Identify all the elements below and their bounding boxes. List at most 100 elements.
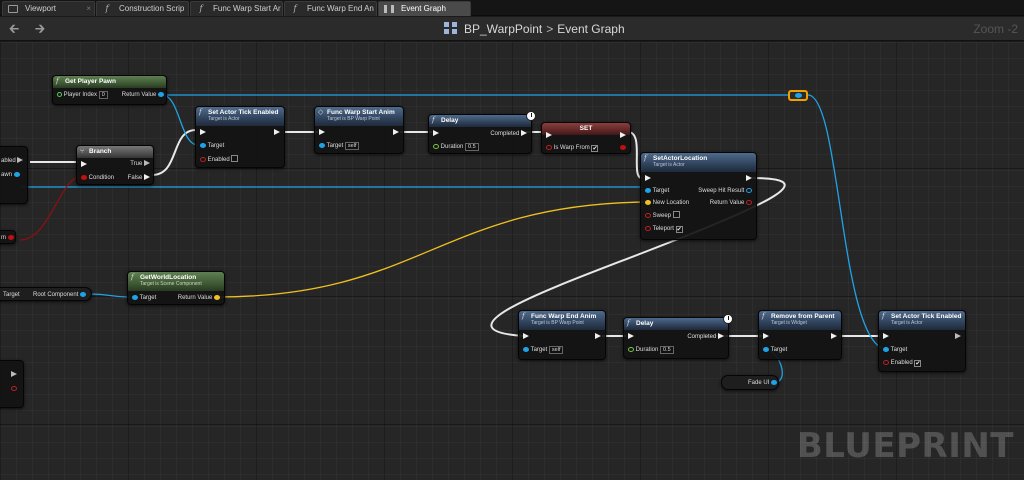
exec-pin[interactable] xyxy=(746,175,752,181)
partial-node-left[interactable]: abled awn xyxy=(0,146,28,204)
node-func-warp-end-anim[interactable]: f Func Warp End Anim Target is BP Warp Poi… xyxy=(518,310,606,360)
function-icon: f xyxy=(56,77,59,85)
sweep-checkbox[interactable] xyxy=(672,211,680,218)
object-pin[interactable] xyxy=(883,347,889,352)
tab-event-graph[interactable]: Event Graph xyxy=(378,1,471,16)
bool-pin[interactable] xyxy=(11,386,17,391)
target-self-input[interactable]: self xyxy=(548,346,564,354)
object-pin[interactable] xyxy=(763,347,769,352)
exec-pin[interactable] xyxy=(645,175,651,181)
exec-pin-true[interactable] xyxy=(144,160,150,166)
exec-pin[interactable] xyxy=(883,333,889,339)
function-icon: f xyxy=(105,4,109,13)
struct-pin[interactable] xyxy=(746,188,752,193)
node-branch[interactable]: ⑂ Branch True Condition False xyxy=(76,145,154,185)
enabled-checkbox[interactable] xyxy=(231,155,239,162)
exec-pin[interactable] xyxy=(11,371,17,377)
blueprint-grid-icon xyxy=(444,22,458,34)
partial-node-left-bottom[interactable] xyxy=(0,360,24,408)
clock-icon xyxy=(526,111,536,121)
float-pin[interactable] xyxy=(433,144,439,149)
vector-pin[interactable] xyxy=(645,200,651,205)
tab-viewport[interactable]: Viewport × xyxy=(2,1,95,16)
object-pin[interactable] xyxy=(13,172,20,177)
node-set-actor-tick-enabled[interactable]: f Set Actor Tick Enabled Target is Actor T… xyxy=(195,106,285,168)
bool-pin[interactable] xyxy=(645,213,651,218)
node-func-warp-start-anim[interactable]: ◇ Func Warp Start Anim Target is BP Warp P… xyxy=(314,106,404,154)
exec-pin[interactable] xyxy=(620,132,626,138)
is-warp-from-checkbox[interactable]: ✔ xyxy=(591,145,599,152)
graph-header: 🡰 🡲 BP_WarpPoint > Event Graph Zoom -2 xyxy=(0,17,1024,41)
bool-pin[interactable] xyxy=(200,157,206,162)
exec-pin[interactable] xyxy=(831,333,837,339)
exec-pin[interactable] xyxy=(393,129,399,135)
function-icon: f xyxy=(644,154,647,162)
pawn-pin-label: awn xyxy=(1,171,20,179)
teleport-checkbox[interactable]: ✔ xyxy=(675,226,683,233)
forward-arrow-icon[interactable]: 🡲 xyxy=(32,21,48,37)
node-set-actor-location[interactable]: f SetActorLocation Target is Actor Target … xyxy=(640,152,757,240)
object-pin[interactable] xyxy=(80,292,87,297)
exec-pin[interactable] xyxy=(81,161,87,167)
exec-pin-completed[interactable] xyxy=(718,333,724,339)
object-pin[interactable] xyxy=(132,295,138,300)
partial-var-node[interactable]: m xyxy=(0,230,16,244)
exec-pin[interactable] xyxy=(523,333,529,339)
branch-icon: ⑂ xyxy=(80,147,85,155)
tab-construction-script[interactable]: f Construction Scrip xyxy=(96,1,189,16)
float-pin[interactable] xyxy=(628,347,634,352)
object-pin[interactable] xyxy=(158,92,164,97)
object-pin[interactable] xyxy=(319,143,325,148)
breadcrumb-graph[interactable]: Event Graph xyxy=(557,22,624,36)
exec-pin[interactable] xyxy=(17,157,24,163)
enabled-checkbox[interactable]: ✔ xyxy=(914,360,922,367)
bool-pin[interactable] xyxy=(7,235,14,240)
node-fade-ui[interactable]: Fade UI xyxy=(721,375,779,390)
object-pin[interactable] xyxy=(523,347,529,352)
node-root-component[interactable]: Target Root Component xyxy=(0,287,92,301)
bool-wire xyxy=(19,175,83,241)
object-pin[interactable] xyxy=(771,380,778,385)
close-icon[interactable]: × xyxy=(86,2,91,15)
bool-out-pin[interactable] xyxy=(620,145,626,150)
node-remove-from-parent[interactable]: f Remove from Parent Target is Widget Targ… xyxy=(758,310,842,360)
object-pin[interactable] xyxy=(200,143,206,148)
exec-pin-completed[interactable] xyxy=(521,130,527,136)
exec-pin[interactable] xyxy=(433,130,439,136)
exec-pin[interactable] xyxy=(628,333,634,339)
tab-func-warp-start-anim[interactable]: f Func Warp Start Ar xyxy=(190,1,283,16)
player-index-input[interactable]: 0 xyxy=(98,91,108,99)
exec-pin[interactable] xyxy=(274,129,280,135)
target-self-input[interactable]: self xyxy=(344,142,360,150)
breadcrumb-blueprint[interactable]: BP_WarpPoint xyxy=(464,22,542,36)
bool-pin[interactable] xyxy=(883,360,889,365)
duration-input[interactable]: 0.5 xyxy=(465,143,479,151)
exec-pin[interactable] xyxy=(763,333,769,339)
tab-func-warp-end-anim[interactable]: f Func Warp End An xyxy=(284,1,377,16)
object-wire xyxy=(161,94,199,146)
node-delay[interactable]: f Delay Completed Duration 0.5 xyxy=(428,111,536,154)
bool-pin[interactable] xyxy=(645,226,651,231)
node-set-actor-tick-enabled-2[interactable]: f Set Actor Tick Enabled Target is Actor T… xyxy=(878,310,966,372)
exec-pin[interactable] xyxy=(200,129,206,135)
function-icon: f xyxy=(762,312,765,320)
node-get-player-pawn[interactable]: f Get Player Pawn Player Index 0 Return V… xyxy=(52,75,167,105)
int-pin[interactable] xyxy=(57,92,62,97)
exec-pin[interactable] xyxy=(319,129,325,135)
node-set-is-warp-from[interactable]: SET Is Warp From ✔ xyxy=(541,122,631,154)
bool-out-pin[interactable] xyxy=(746,200,752,205)
node-delay-2[interactable]: f Delay Completed Duration 0.5 xyxy=(623,314,733,359)
node-get-world-location[interactable]: f GetWorldLocation Target is Scene Compone… xyxy=(127,271,225,305)
reroute-node[interactable] xyxy=(788,90,808,101)
object-pin[interactable] xyxy=(645,188,651,193)
graph-canvas[interactable]: abled awn m f Get Player Pawn Player Inde… xyxy=(0,42,1024,480)
bool-pin[interactable] xyxy=(81,175,87,180)
exec-pin[interactable] xyxy=(595,333,601,339)
exec-pin-false[interactable] xyxy=(144,174,150,180)
back-arrow-icon[interactable]: 🡰 xyxy=(6,21,22,37)
exec-pin[interactable] xyxy=(546,132,552,138)
bool-pin[interactable] xyxy=(546,145,552,150)
duration-input[interactable]: 0.5 xyxy=(660,346,674,354)
vector-out-pin[interactable] xyxy=(214,295,220,300)
exec-pin[interactable] xyxy=(955,333,961,339)
